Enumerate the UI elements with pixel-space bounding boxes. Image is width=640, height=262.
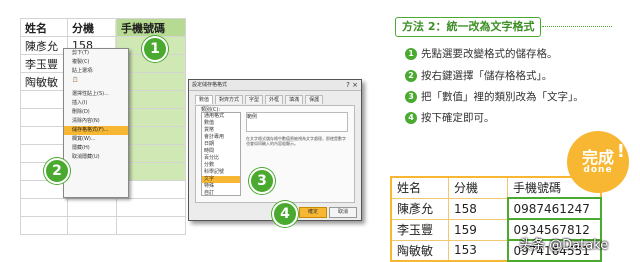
category-item[interactable]: 特殊	[202, 183, 240, 190]
cell[interactable]: 李玉豐	[20, 54, 68, 73]
result-header: 分機	[448, 176, 508, 199]
header-ext[interactable]: 分機	[67, 18, 117, 37]
header-phone[interactable]: 手機號碼	[116, 18, 186, 37]
step-2: 2 按右鍵選擇「儲存格格式」。	[405, 68, 552, 83]
category-item[interactable]: 時間	[202, 148, 240, 155]
result-cell: 159	[448, 218, 508, 241]
context-menu: 剪下(T) 複製(C) 貼上選項: 📋 選擇性貼上(S)... 插入(I) 刪除…	[63, 48, 129, 198]
result-cell: 158	[448, 197, 508, 220]
ok-button[interactable]: 確定	[299, 207, 327, 218]
sample-label: 範例	[247, 114, 258, 120]
step-badge-1: 1	[142, 36, 168, 62]
step-badge-4: 4	[272, 201, 298, 227]
result-header: 姓名	[390, 176, 449, 199]
menu-item-insert[interactable]: 插入(I)	[64, 99, 128, 108]
category-list[interactable]: 通用格式 數值 貨幣 會計專用 日期 時間 百分比 分數 科學記號 文字 特殊 …	[201, 112, 241, 196]
result-cell: 陶敏敏	[390, 239, 449, 262]
step-3: 3 把「數值」裡的類別改為「文字」。	[405, 89, 584, 104]
category-item[interactable]: 分數	[202, 162, 240, 169]
tab-protection[interactable]: 保護	[305, 95, 324, 104]
category-item[interactable]: 科學記號	[202, 169, 240, 176]
result-cell: 153	[448, 239, 508, 262]
sample-box: 範例	[246, 112, 348, 132]
category-item[interactable]: 自訂	[202, 190, 240, 197]
header-name[interactable]: 姓名	[20, 18, 68, 37]
category-item[interactable]: 通用格式	[202, 113, 240, 120]
step-4: 4 按下確定即可。	[405, 110, 495, 125]
menu-item-paste-options: 貼上選項:	[72, 68, 94, 74]
menu-item-hide[interactable]: 隱藏(H)	[64, 144, 128, 153]
number-panel: 類別(C): 通用格式 數值 貨幣 會計專用 日期 時間 百分比 分數 科學記號…	[195, 105, 355, 203]
category-item[interactable]: 百分比	[202, 155, 240, 162]
menu-item-cut[interactable]: 剪下(T)	[64, 49, 128, 58]
format-cells-dialog: 設定儲存格格式 ? × 數值 對齊方式 字型 外框 填滿 保護 類別(C): 通用格式 數…	[188, 79, 362, 221]
paste-icon[interactable]: 📋	[64, 76, 128, 90]
category-item[interactable]: 貨幣	[202, 127, 240, 134]
step-badge-3: 3	[249, 168, 275, 194]
cell[interactable]: 陳彥允	[20, 36, 68, 55]
watermark: 头条 @Datake	[519, 238, 609, 253]
result-cell: 陳彥允	[390, 197, 449, 220]
cell[interactable]: 陶敏敏	[20, 72, 68, 91]
tab-alignment[interactable]: 對齊方式	[215, 95, 244, 104]
menu-item-paste-special[interactable]: 選擇性貼上(S)...	[64, 90, 128, 99]
category-description: 在文字格式儲存格中數值將被視為文字處理，即使是數字也會如同輸入的內容般顯示。	[246, 136, 346, 146]
result-phone: 0987461247	[506, 197, 602, 220]
tab-number[interactable]: 數值	[195, 95, 214, 104]
result-header: 手機號碼	[507, 176, 602, 199]
menu-item-column-width[interactable]: 欄寬(W)...	[64, 135, 128, 144]
menu-item-copy[interactable]: 複製(C)	[64, 58, 128, 67]
divider	[542, 26, 612, 27]
step-badge-2: 2	[44, 158, 70, 184]
category-item[interactable]: 會計專用	[202, 134, 240, 141]
step-1: 1 先點選要改變格式的儲存格。	[405, 46, 558, 61]
category-item[interactable]: 數值	[202, 120, 240, 127]
tab-border[interactable]: 外框	[265, 95, 284, 104]
dialog-tabs: 數值 對齊方式 字型 外框 填滿 保護	[195, 95, 325, 104]
method-title: 方法 2：統一改為文字格式	[395, 17, 542, 37]
category-item[interactable]: 日期	[202, 141, 240, 148]
result-cell: 李玉豐	[390, 218, 449, 241]
menu-item-format-cells[interactable]: 儲存格格式(F)...	[64, 126, 128, 135]
dialog-title: 設定儲存格格式	[189, 80, 361, 91]
menu-item-clear[interactable]: 清除內容(N)	[64, 117, 128, 126]
close-icon[interactable]: ? ×	[346, 81, 358, 89]
tab-font[interactable]: 字型	[245, 95, 264, 104]
cancel-button[interactable]: 取消	[329, 207, 357, 218]
category-item-text[interactable]: 文字	[202, 176, 240, 183]
menu-item-delete[interactable]: 刪除(D)	[64, 108, 128, 117]
tab-fill[interactable]: 填滿	[285, 95, 304, 104]
menu-item-unhide[interactable]: 取消隱藏(U)	[64, 153, 128, 162]
